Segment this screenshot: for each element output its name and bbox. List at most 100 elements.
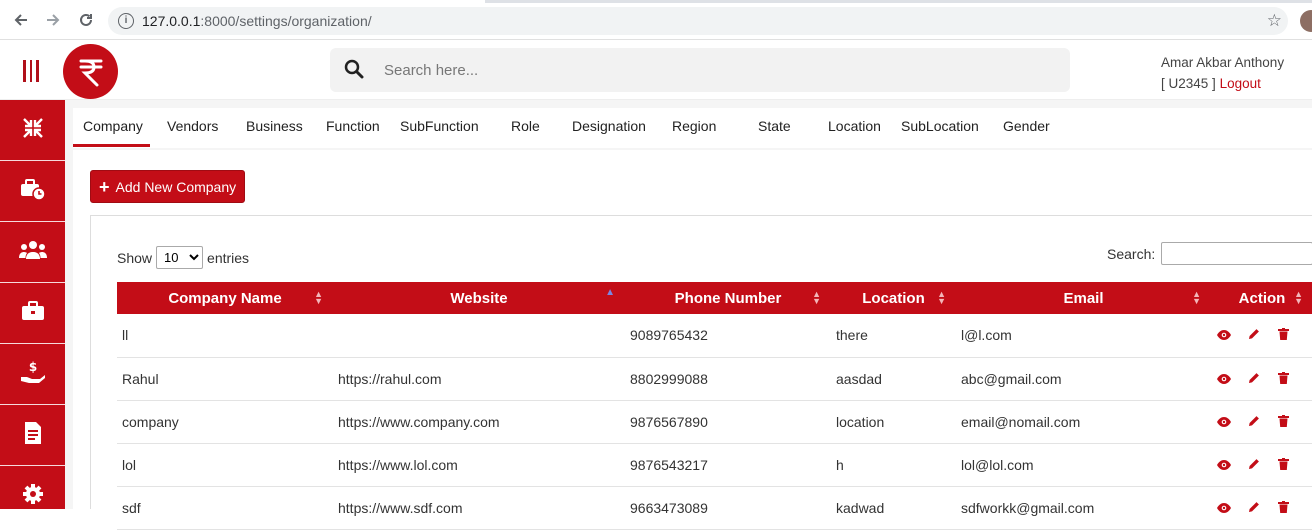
edit-pencil-icon[interactable] (1241, 501, 1267, 513)
view-eye-icon[interactable] (1211, 330, 1237, 341)
tab-sublocation[interactable]: SubLocation (901, 118, 979, 134)
tab-strip (0, 0, 1312, 3)
tab-designation[interactable]: Designation (572, 118, 646, 134)
edit-pencil-icon[interactable] (1241, 328, 1267, 340)
tab-function[interactable]: Function (326, 118, 380, 134)
cell-location: aasdad (836, 370, 882, 387)
search-input[interactable] (384, 58, 1044, 82)
tab-region[interactable]: Region (672, 118, 716, 134)
browser-profile-avatar[interactable] (1300, 10, 1312, 32)
col-company-name[interactable]: Company Name ▲ ▼ (117, 282, 333, 314)
plus-icon: + (99, 176, 110, 197)
app-header: Amar Akbar Anthony [ U2345 ] Logout (0, 40, 1312, 100)
tab-gender[interactable]: Gender (1003, 118, 1050, 134)
users-icon (18, 240, 47, 265)
forward-icon[interactable] (42, 9, 64, 31)
cell-location: h (836, 456, 844, 473)
view-eye-icon[interactable] (1211, 459, 1237, 470)
col-action[interactable]: Action ▲ ▼ (1211, 282, 1312, 314)
cell-actions (1211, 357, 1312, 400)
sort-asc-icon: ▲ (605, 287, 615, 298)
delete-trash-icon[interactable] (1271, 500, 1297, 513)
cell-website: https://rahul.com (338, 370, 442, 387)
cell-email: sdfworkk@gmail.com (961, 499, 1095, 516)
edit-pencil-icon[interactable] (1241, 458, 1267, 470)
cell-email: l@l.com (961, 327, 1012, 344)
delete-trash-icon[interactable] (1271, 328, 1297, 341)
sidebar-item-users[interactable] (0, 222, 65, 283)
logout-link[interactable]: Logout (1220, 76, 1261, 91)
tab-role[interactable]: Role (511, 118, 540, 134)
tab-subfunction[interactable]: SubFunction (400, 118, 479, 134)
col-website[interactable]: Website ▲ (333, 282, 625, 314)
tab-business[interactable]: Business (246, 118, 303, 134)
table-search-label: Search: (1107, 245, 1156, 262)
cell-company-name: ll (122, 327, 129, 344)
view-eye-icon[interactable] (1211, 373, 1237, 384)
back-icon[interactable] (10, 9, 32, 31)
col-phone-number[interactable]: Phone Number ▲ ▼ (625, 282, 831, 314)
cell-email: email@nomail.com (961, 413, 1081, 430)
companies-table-panel: Show 10 entries Search: Company Name ▲ ▼ W… (90, 215, 1312, 529)
table-search-input[interactable] (1161, 242, 1312, 265)
tab-vendors[interactable]: Vendors (167, 118, 218, 134)
cell-website (333, 314, 625, 357)
add-new-company-button[interactable]: + Add New Company (90, 170, 246, 203)
global-search (330, 48, 1070, 92)
tab-company[interactable]: Company (83, 118, 143, 134)
table-header-row: Company Name ▲ ▼ Website ▲ Phone Number ▲ ▼ L… (117, 282, 1312, 314)
table-row: ll 9089765432 there l@l.com (117, 314, 1312, 357)
sidebar-item-compress[interactable] (0, 100, 65, 161)
site-info-icon[interactable]: i (118, 13, 134, 29)
search-icon[interactable] (344, 59, 364, 84)
tab-state[interactable]: State (758, 118, 791, 134)
tab-location[interactable]: Location (828, 118, 881, 134)
cell-actions (1211, 443, 1312, 486)
edit-pencil-icon[interactable] (1241, 415, 1267, 427)
sort-both-icon: ▲ ▼ (1192, 289, 1201, 306)
view-eye-icon[interactable] (1211, 502, 1237, 513)
cell-company-name: sdf (122, 499, 141, 516)
brand-logo (63, 44, 118, 99)
cell-phone: 9876543217 (630, 456, 708, 473)
delete-trash-icon[interactable] (1271, 414, 1297, 427)
sidebar-item-timesheet[interactable] (0, 161, 65, 222)
sidebar-item-business[interactable] (0, 283, 65, 344)
view-eye-icon[interactable] (1211, 416, 1237, 427)
settings-tabs: Company Vendors Business Function SubFun… (73, 108, 1312, 148)
user-info: Amar Akbar Anthony [ U2345 ] Logout (1161, 52, 1284, 94)
reload-icon[interactable] (75, 9, 97, 31)
address-bar[interactable]: i 127.0.0.1:8000/settings/organization/ … (108, 7, 1288, 35)
cell-location: kadwad (836, 499, 885, 516)
gear-icon (22, 483, 44, 510)
cell-phone: 9663473089 (630, 499, 708, 516)
sidebar-item-payments[interactable]: $ (0, 344, 65, 405)
cell-email: lol@lol.com (961, 456, 1034, 473)
col-location[interactable]: Location ▲ ▼ (831, 282, 956, 314)
delete-trash-icon[interactable] (1271, 457, 1297, 470)
delete-trash-icon[interactable] (1271, 371, 1297, 384)
sidebar-item-documents[interactable] (0, 405, 65, 466)
cell-phone: 9089765432 (630, 327, 708, 344)
cell-actions (1211, 314, 1312, 357)
cell-email: abc@gmail.com (961, 370, 1062, 387)
table-row: Rahul https://rahul.com 8802999088 aasda… (117, 357, 1312, 400)
cell-company-name: lol (122, 456, 137, 473)
table-row: sdf https://www.sdf.com 9663473089 kadwa… (117, 486, 1312, 529)
edit-pencil-icon[interactable] (1241, 372, 1267, 384)
table-row: company https://www.company.com 98765678… (117, 400, 1312, 443)
bookmark-star-icon[interactable]: ☆ (1267, 11, 1282, 31)
entries-select[interactable]: 10 (156, 246, 204, 269)
svg-text:$: $ (28, 360, 36, 374)
cell-phone: 9876567890 (630, 413, 708, 430)
sort-both-icon: ▲ ▼ (937, 289, 946, 306)
browser-toolbar: i 127.0.0.1:8000/settings/organization/ … (0, 0, 1312, 40)
sidebar-item-settings[interactable] (0, 466, 65, 527)
briefcase-icon (21, 300, 45, 327)
cell-location: location (836, 413, 885, 430)
sidebar: $ (0, 100, 65, 527)
briefcase-clock-icon (20, 177, 46, 206)
show-label: Show (117, 249, 153, 266)
col-email[interactable]: Email ▲ ▼ (956, 282, 1211, 314)
menu-toggle-icon[interactable] (23, 60, 41, 82)
